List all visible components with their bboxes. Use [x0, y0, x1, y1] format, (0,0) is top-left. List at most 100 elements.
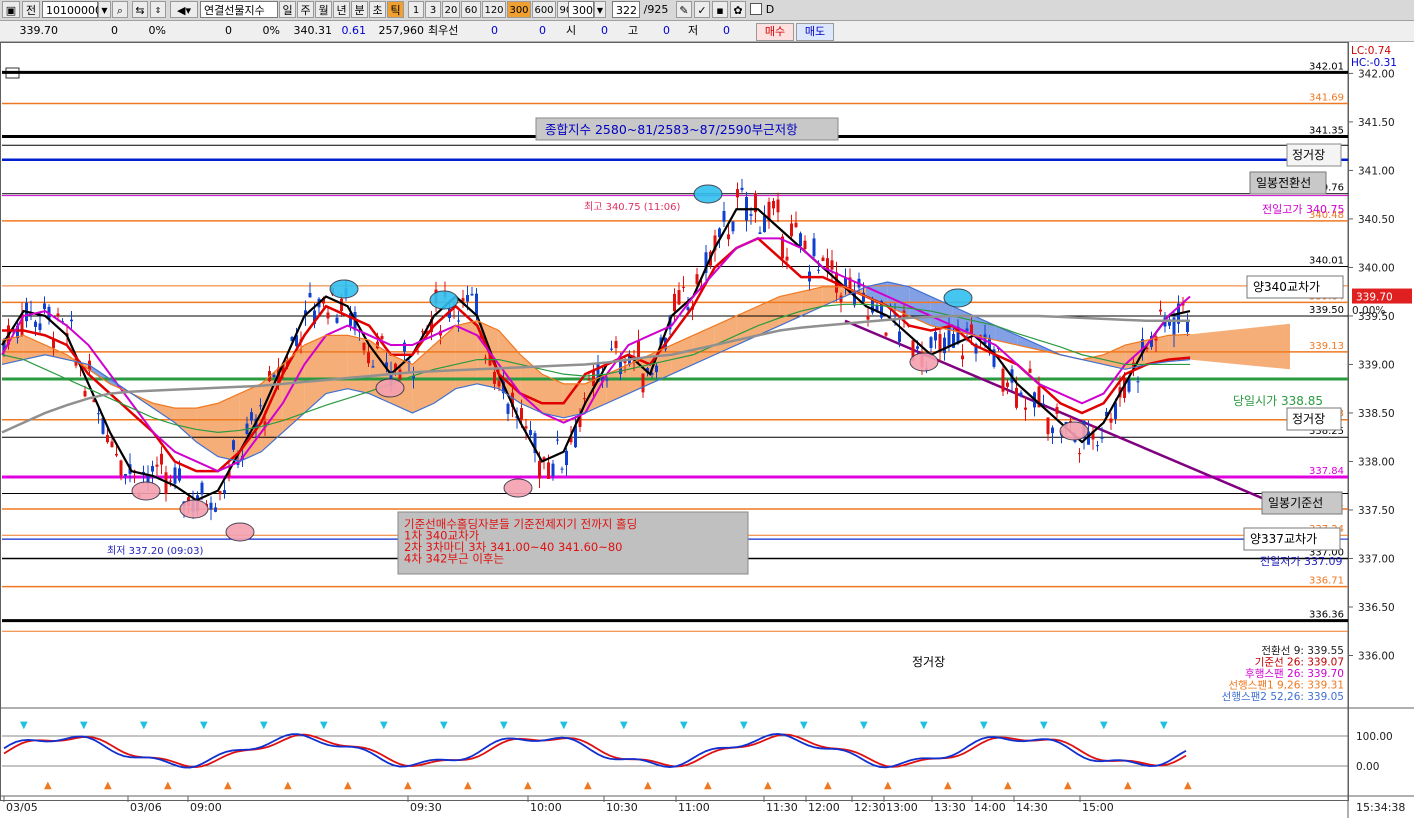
save-icon[interactable]: ▪	[712, 1, 728, 18]
signal-ellipse	[909, 352, 939, 372]
period-tab[interactable]: 틱	[387, 1, 404, 18]
osc-up-arrow: ▼	[440, 720, 448, 731]
x-axis-label: 03/06	[130, 801, 162, 814]
buy-button[interactable]: 매수	[756, 23, 794, 41]
candle-body	[308, 292, 312, 298]
open-label: 시	[566, 24, 577, 37]
candle-body	[56, 313, 60, 317]
check-icon[interactable]: ✓	[694, 1, 710, 18]
candle-body	[1006, 382, 1009, 387]
price-chart[interactable]: 342.00 341.50 341.00 340.50 340.00 339.50 339.…	[0, 42, 1414, 818]
x-axis-label: 11:00	[678, 801, 710, 814]
candle-body	[218, 491, 222, 495]
hc-label: HC:-0.31	[1351, 57, 1397, 69]
level-label: 337.84	[1309, 466, 1344, 477]
level-label: 341.69	[1309, 92, 1344, 103]
interval-tab[interactable]: 3	[425, 1, 441, 18]
period-tab[interactable]: 일	[279, 1, 296, 18]
interval-tab[interactable]: 120	[482, 1, 506, 18]
osc-up-arrow: ▼	[1040, 720, 1048, 731]
cloud-segment	[347, 335, 370, 394]
ilbong-gijun-label: 일봉기준선	[1268, 496, 1323, 510]
change: 0	[111, 24, 118, 37]
tool-icon[interactable]: ✎	[676, 1, 692, 18]
clock-label: 15:34:38	[1356, 801, 1405, 814]
x-axis-label: 15:00	[1082, 801, 1114, 814]
candle-body	[178, 468, 181, 481]
y-tick-label: 337.50	[1358, 505, 1395, 517]
volume: 0	[225, 24, 232, 37]
gear-icon[interactable]: ✿	[730, 1, 746, 18]
x-axis-label: 13:30	[934, 801, 966, 814]
count-total: /925	[643, 3, 669, 16]
candle-body	[497, 380, 501, 387]
interval-tab[interactable]: 300	[507, 1, 531, 18]
tick-dropdown-icon[interactable]: ▼	[594, 1, 606, 18]
code-dropdown-icon[interactable]: ▼	[98, 1, 111, 18]
candle-body	[403, 342, 406, 352]
instrument-field[interactable]: 연결선물지수	[200, 1, 278, 18]
yang337-label: 양337교차가	[1250, 532, 1317, 546]
y-tick-label: 336.50	[1358, 602, 1395, 614]
price: 339.70	[19, 24, 59, 37]
y-tick-label: 341.00	[1358, 165, 1395, 177]
candle-body	[655, 365, 658, 373]
osc-up-arrow: ▼	[500, 720, 508, 731]
period-tab[interactable]: 년	[333, 1, 350, 18]
ilbong-jeonhwan-label: 일봉전환선	[1256, 176, 1311, 190]
candle-body	[520, 408, 523, 420]
candle-body	[695, 274, 699, 285]
candle-body	[560, 468, 564, 470]
candle-body	[1159, 309, 1162, 312]
legend-entry: 기준선 26: 339.07	[1255, 657, 1344, 669]
change-pct: 0%	[148, 24, 166, 37]
candle-body	[934, 331, 937, 341]
chart-icon[interactable]: ▣	[2, 1, 20, 18]
osc-tick-100: 100.00	[1356, 731, 1393, 743]
osc-up-arrow: ▲	[824, 780, 832, 791]
osc-up-arrow: ▲	[224, 780, 232, 791]
period-tab[interactable]: 월	[315, 1, 332, 18]
candle-body	[961, 355, 964, 360]
interval-tab[interactable]: 20	[442, 1, 460, 18]
signal-ellipse	[179, 499, 209, 519]
tick-value-field[interactable]: 300	[568, 1, 594, 18]
sell-button[interactable]: 매도	[796, 23, 834, 41]
spin-icon[interactable]: ⇕	[150, 1, 166, 18]
search-icon[interactable]: ⌕	[112, 1, 128, 18]
osc-up-arrow: ▲	[884, 780, 892, 791]
level-label: 341.35	[1309, 125, 1344, 136]
x-axis-label: 11:30	[766, 801, 798, 814]
candle-body	[151, 466, 154, 472]
y-tick-label: 340.00	[1358, 262, 1395, 274]
signal-ellipse	[429, 290, 459, 310]
period-tab[interactable]: 주	[297, 1, 314, 18]
candle-body	[160, 453, 163, 465]
osc-up-arrow: ▼	[1100, 720, 1108, 731]
candle-body	[740, 187, 744, 190]
code-input[interactable]: 10100000	[42, 1, 102, 18]
candle-body	[556, 439, 559, 441]
mode-button[interactable]: 전	[22, 1, 40, 18]
candle-body	[1042, 403, 1045, 405]
candle-body	[83, 390, 87, 397]
candle-body	[1186, 320, 1189, 333]
trade-volume: 257,960	[378, 24, 425, 37]
interval-tab[interactable]: 1	[408, 1, 424, 18]
candle-body	[110, 441, 114, 448]
y-tick-label: 338.50	[1358, 408, 1395, 420]
sound-icon[interactable]: ◀▾	[170, 1, 198, 18]
link-icon[interactable]: ⇆	[132, 1, 148, 18]
interval-tab[interactable]: 60	[461, 1, 481, 18]
d-checkbox[interactable]	[750, 3, 762, 15]
candle-body	[97, 413, 100, 415]
candle-body	[457, 320, 460, 322]
interval-tab[interactable]: 600	[532, 1, 556, 18]
period-tab[interactable]: 분	[351, 1, 368, 18]
period-tab[interactable]: 초	[369, 1, 386, 18]
toolbar: ▣ 전 10100000 ▼ ⌕ ⇆ ⇕ ◀▾ 연결선물지수 일주월년분초틱 1…	[0, 0, 1414, 21]
count-field[interactable]: 322	[612, 1, 640, 18]
candle-body	[830, 260, 834, 270]
candle-body	[686, 307, 690, 311]
candle-body	[614, 340, 618, 349]
